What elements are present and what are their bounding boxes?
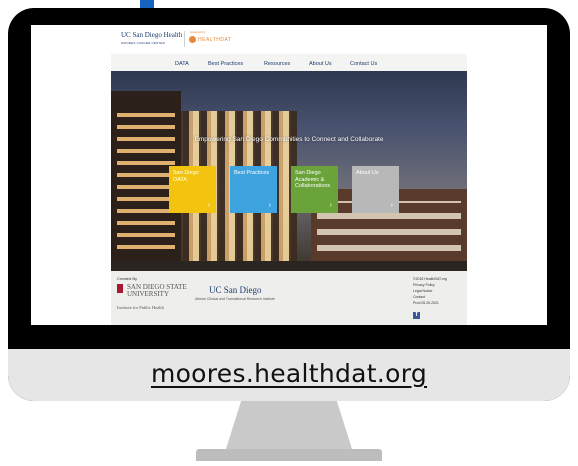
chevron-right-icon: ›: [268, 201, 271, 209]
logo-subtitle: MOORES CANCER CENTER: [121, 41, 166, 45]
chevron-right-icon: ›: [207, 201, 210, 209]
tile-label: Best Practices: [234, 170, 270, 176]
healthdat-logo[interactable]: HEALTHDAT: [198, 37, 231, 43]
tile-about-us[interactable]: About Us ›: [352, 166, 399, 213]
screen: UC San Diego Health MOORES CANCER CENTER…: [31, 25, 547, 325]
hero-tower-windows: [117, 107, 175, 257]
tile-label: San Diego Academic & Collaborations: [295, 170, 331, 189]
website: UC San Diego Health MOORES CANCER CENTER…: [111, 25, 467, 325]
nav-best-practices[interactable]: Best Practices: [208, 61, 243, 67]
hero-banner: Empowering San Diego Communities to Conn…: [111, 71, 467, 271]
site-header: UC San Diego Health MOORES CANCER CENTER…: [111, 25, 467, 54]
hero-street: [111, 261, 467, 271]
chevron-right-icon: ›: [390, 201, 393, 209]
tile-san-diego-data[interactable]: San Diego DATA ›: [169, 166, 216, 213]
nav-about-us[interactable]: About Us: [309, 61, 332, 67]
tile-label: San Diego DATA: [173, 170, 199, 183]
nav-data[interactable]: DATA: [175, 61, 189, 67]
tile-academic-collaborations[interactable]: San Diego Academic & Collaborations ›: [291, 166, 338, 213]
monitor-stand-base: [196, 449, 382, 461]
main-nav: DATA Best Practices Resources About Us C…: [111, 61, 467, 71]
logo-divider: [184, 31, 185, 47]
nav-resources[interactable]: Resources: [264, 61, 290, 67]
nav-contact-us[interactable]: Contact Us: [350, 61, 377, 67]
tile-best-practices[interactable]: Best Practices ›: [230, 166, 277, 213]
institute-public-health: Institute for Public Health: [117, 305, 164, 310]
footer-links: ©2018 HealthDAT.org Privacy Policy Legal…: [413, 276, 447, 306]
sdsu-logo[interactable]: SAN DIEGO STATE UNIVERSITY: [127, 284, 187, 298]
monitor-stand: [226, 401, 352, 449]
ucsd-health-logo[interactable]: UC San Diego Health: [121, 31, 182, 39]
healthdat-logo-tagline: powered by: [190, 30, 206, 34]
healthdat-logo-icon: [189, 36, 196, 43]
chevron-right-icon: ›: [329, 201, 332, 209]
altman-institute: Altman Clinical and Translational Resear…: [195, 297, 275, 301]
created-by-label: Created By: [117, 276, 138, 281]
facebook-icon[interactable]: f: [413, 312, 420, 319]
hero-title: Empowering San Diego Communities to Conn…: [194, 136, 384, 143]
sdsu-line2: UNIVERSITY: [127, 290, 169, 298]
posted-date: Prod 05.26.2021: [413, 301, 439, 305]
monitor-frame: UC San Diego Health MOORES CANCER CENTER…: [8, 8, 570, 401]
tile-label: About Us: [356, 170, 379, 176]
url-caption[interactable]: moores.healthdat.org: [8, 359, 570, 388]
sdsu-logo-icon: [117, 284, 123, 293]
ucsd-logo[interactable]: UC San Diego: [209, 285, 262, 295]
site-footer: Created By SAN DIEGO STATE UNIVERSITY In…: [111, 271, 467, 325]
